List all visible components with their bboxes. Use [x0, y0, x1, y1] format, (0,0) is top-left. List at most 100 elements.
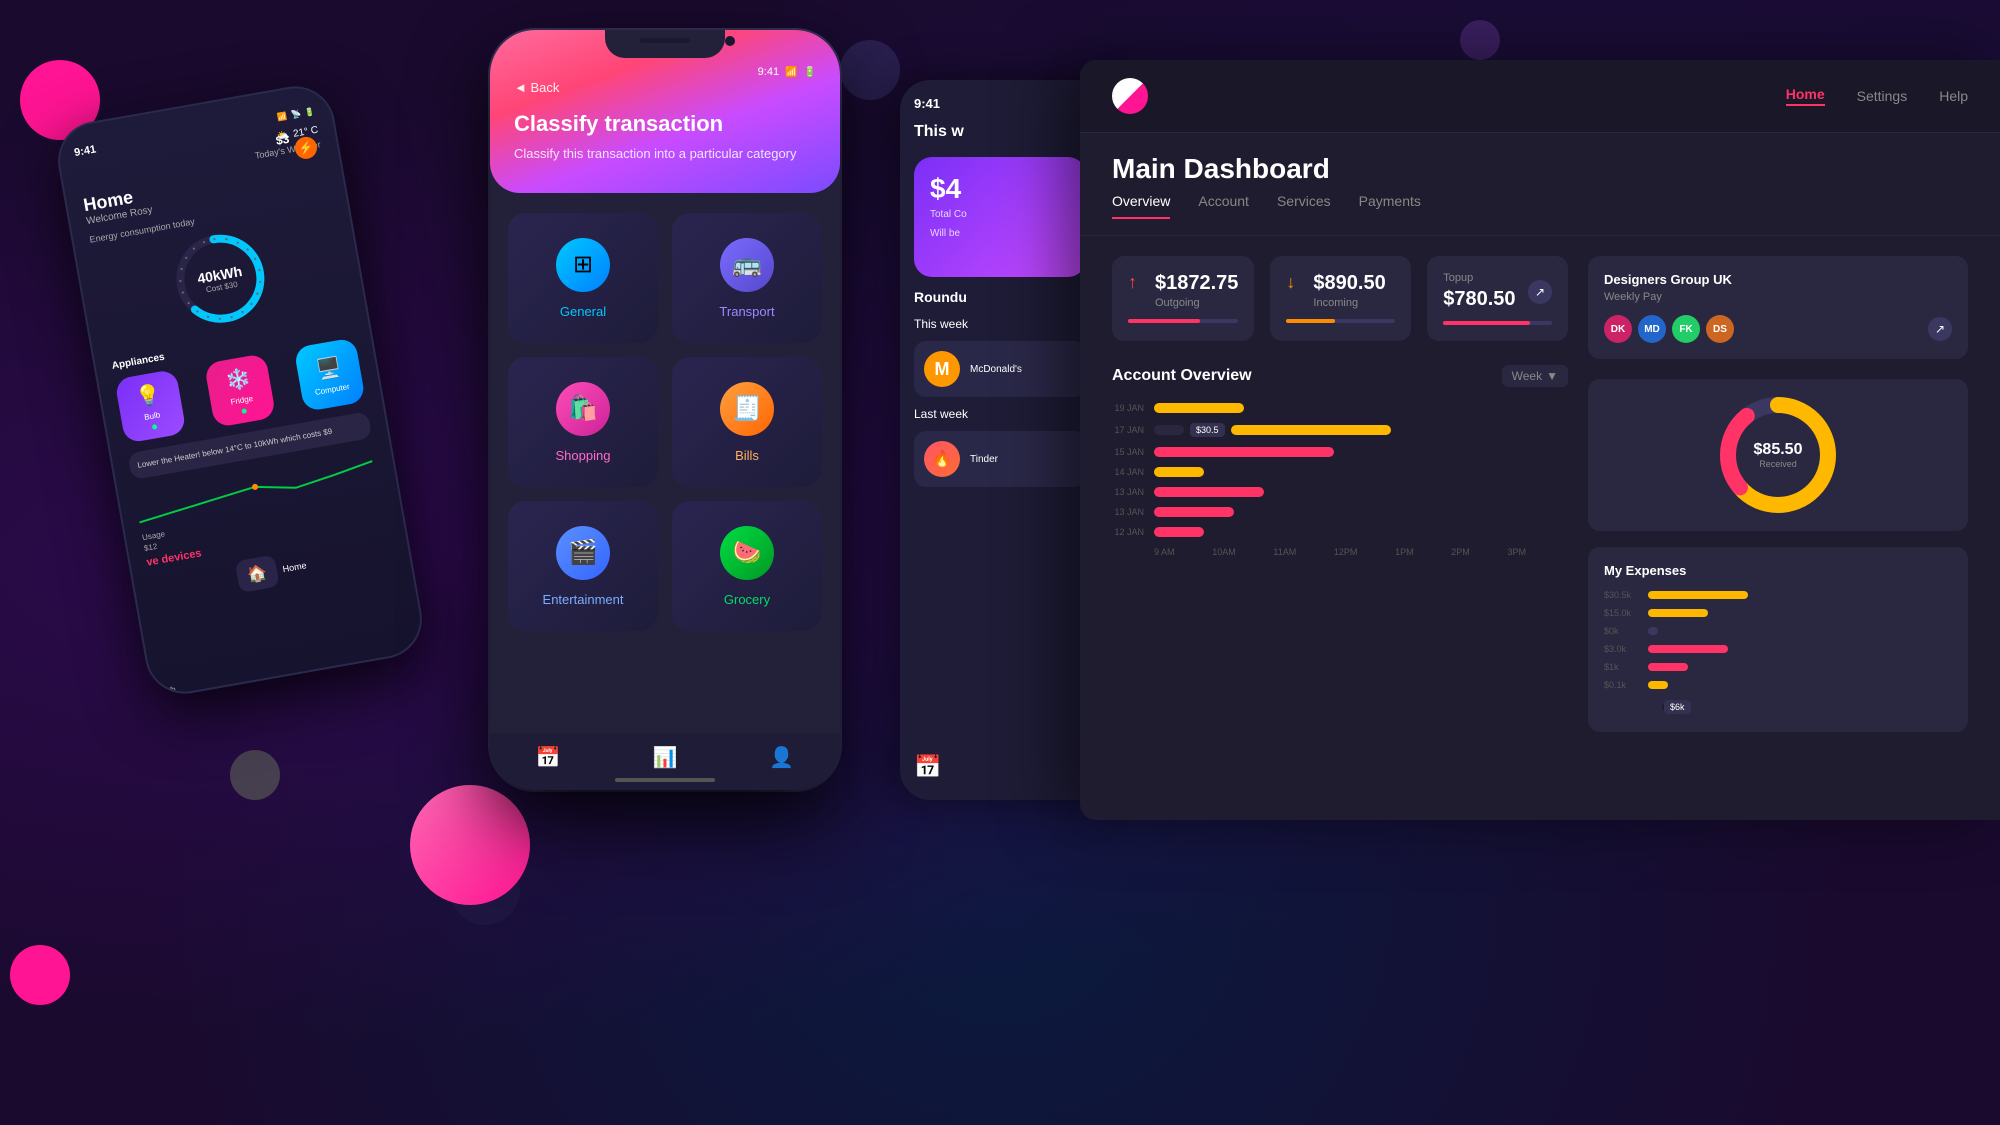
pl-device-name-bulb: Bulb: [144, 410, 161, 422]
pc-wifi-icon: 📶: [785, 67, 797, 78]
pc-cat-bills[interactable]: 🧾 Bills: [672, 357, 822, 487]
chart-x-1pm: 1PM: [1395, 547, 1414, 557]
dash-nav-settings[interactable]: Settings: [1857, 88, 1908, 104]
expense-bar-5: [1648, 663, 1688, 671]
dash-incoming-label: Incoming: [1313, 297, 1385, 309]
chart-x-9am: 9 AM: [1154, 547, 1175, 557]
expense-tooltip: $6k: [1664, 700, 1691, 714]
dash-designers-title: Designers Group UK: [1604, 272, 1952, 287]
pc-nav-calendar[interactable]: 📅: [536, 745, 561, 770]
pl-status-icons: 📶 📡 🔋: [277, 106, 316, 121]
dash-card-incoming: ↓ $890.50 Incoming: [1270, 256, 1411, 341]
chart-x-2pm: 2PM: [1451, 547, 1470, 557]
pc-cat-label-general: General: [560, 304, 606, 319]
prp-roundup-label: Roundu: [914, 289, 1086, 305]
pl-nav-home-icon[interactable]: 🏠: [235, 555, 280, 593]
chart-time-1: 19 JAN: [1112, 403, 1144, 413]
dash-week-selector[interactable]: Week ▼: [1502, 365, 1568, 387]
pl-gauge: 40kWh Cost $30: [162, 221, 278, 337]
expense-val-3: $0k: [1604, 626, 1640, 636]
expense-bar-4: [1648, 645, 1728, 653]
chart-x-11am: 11AM: [1273, 547, 1296, 557]
dash-topup-arrow-btn[interactable]: ↗: [1528, 280, 1552, 304]
pl-device-active-dot: [151, 424, 157, 430]
chart-time-7: 12 JAN: [1112, 527, 1144, 537]
expense-val-1: $30.5k: [1604, 590, 1640, 600]
entertainment-icon: 🎬: [556, 526, 610, 580]
pc-cat-transport[interactable]: 🚌 Transport: [672, 213, 822, 343]
pl-fridge-dot: [241, 408, 247, 414]
pl-device-computer[interactable]: 🖥️ Computer: [294, 337, 366, 412]
prp-bottom-icon[interactable]: 📅: [914, 754, 941, 780]
dash-designers-arrow-btn[interactable]: ↗: [1928, 317, 1952, 341]
pc-cat-label-bills: Bills: [735, 448, 759, 463]
pc-speaker: [640, 38, 690, 43]
grocery-icon-symbol: 🍉: [732, 538, 762, 567]
dash-designers-sub: Weekly Pay: [1604, 291, 1952, 303]
orb-pink-mid: [410, 785, 530, 905]
chart-icon: 📊: [653, 745, 678, 770]
pl-nav-home-label: Home: [282, 560, 307, 574]
pc-nav-chart[interactable]: 📊: [653, 745, 678, 770]
tab-services[interactable]: Services: [1277, 193, 1331, 219]
dash-topup-amount: $780.50: [1443, 288, 1515, 311]
dash-donut-label: Received: [1754, 459, 1803, 469]
transport-icon-symbol: 🚌: [732, 250, 762, 279]
dash-body: ↑ $1872.75 Outgoing ↓ $: [1080, 236, 2000, 752]
pc-battery-icon: 🔋: [804, 67, 816, 78]
pc-cat-grocery[interactable]: 🍉 Grocery: [672, 501, 822, 631]
chart-bar-6: [1154, 507, 1234, 517]
expense-bar-3: [1648, 627, 1658, 635]
dash-tooltip: $30.5: [1190, 423, 1225, 437]
orb-dark-sm1: [1460, 20, 1500, 60]
pc-cat-entertainment[interactable]: 🎬 Entertainment: [508, 501, 658, 631]
prp-tinder-item[interactable]: 🔥 Tinder: [914, 431, 1086, 487]
shopping-icon-symbol: 🛍️: [568, 394, 598, 423]
arrow-down-icon: ↓: [1286, 272, 1295, 293]
prp-mcdonalds-item[interactable]: M McDonald's: [914, 341, 1086, 397]
chevron-down-icon: ▼: [1546, 369, 1558, 383]
pc-cat-label-transport: Transport: [719, 304, 774, 319]
pc-nav-profile[interactable]: 👤: [769, 745, 794, 770]
avatar-fk: FK: [1672, 315, 1700, 343]
pl-device-fridge[interactable]: ❄️ Fridge: [204, 353, 276, 428]
expense-bar-6: [1648, 681, 1668, 689]
chart-bar-2: [1231, 425, 1391, 435]
chart-bar-1: [1154, 403, 1244, 413]
pc-classify-title: Classify transaction: [514, 111, 816, 137]
fridge-icon: ❄️: [224, 365, 253, 394]
orb-dark-1: [840, 40, 900, 100]
dash-designers-card: Designers Group UK Weekly Pay DK MD FK D…: [1588, 256, 1968, 359]
chart-time-5: 13 JAN: [1112, 487, 1144, 497]
dash-nav-help[interactable]: Help: [1939, 88, 1968, 104]
pc-cat-shopping[interactable]: 🛍️ Shopping: [508, 357, 658, 487]
transport-icon: 🚌: [720, 238, 774, 292]
bills-icon: 🧾: [720, 382, 774, 436]
tab-payments[interactable]: Payments: [1359, 193, 1421, 219]
dash-right-column: Designers Group UK Weekly Pay DK MD FK D…: [1588, 256, 1968, 732]
dash-donut-card: $85.50 Received: [1588, 379, 1968, 531]
tab-overview[interactable]: Overview: [1112, 193, 1170, 219]
dash-cards-row: ↑ $1872.75 Outgoing ↓ $: [1112, 256, 1568, 341]
dash-topup-bar: [1443, 321, 1552, 325]
general-icon: ⊞: [556, 238, 610, 292]
main-dashboard: Home Settings Help Main Dashboard Overvi…: [1080, 60, 2000, 820]
pc-back-button[interactable]: ◄ Back: [514, 80, 816, 95]
pl-device-bulb[interactable]: 💡 Bulb: [114, 369, 186, 444]
dash-incoming-amount: $890.50: [1313, 272, 1385, 295]
pc-cat-label-grocery: Grocery: [724, 592, 770, 607]
pl-time: 9:41: [73, 143, 97, 159]
dash-donut-container: $85.50 Received: [1718, 395, 1838, 515]
pc-cat-general[interactable]: ⊞ General: [508, 213, 658, 343]
dash-chart-area: 19 JAN 17 JAN $30.5 15 JA: [1112, 403, 1568, 557]
dash-outgoing-bar-fill: [1128, 319, 1200, 323]
dash-nav-home[interactable]: Home: [1786, 86, 1825, 106]
expense-bar-1: [1648, 591, 1748, 599]
tab-account[interactable]: Account: [1198, 193, 1249, 219]
orb-pink-bottomleft: [10, 945, 70, 1005]
chart-time-2: 17 JAN: [1112, 425, 1144, 435]
dash-outgoing-amount: $1872.75: [1155, 272, 1238, 295]
dash-week-label: Week: [1512, 369, 1542, 383]
mcdonalds-logo: M: [924, 351, 960, 387]
expense-bar-2: [1648, 609, 1708, 617]
